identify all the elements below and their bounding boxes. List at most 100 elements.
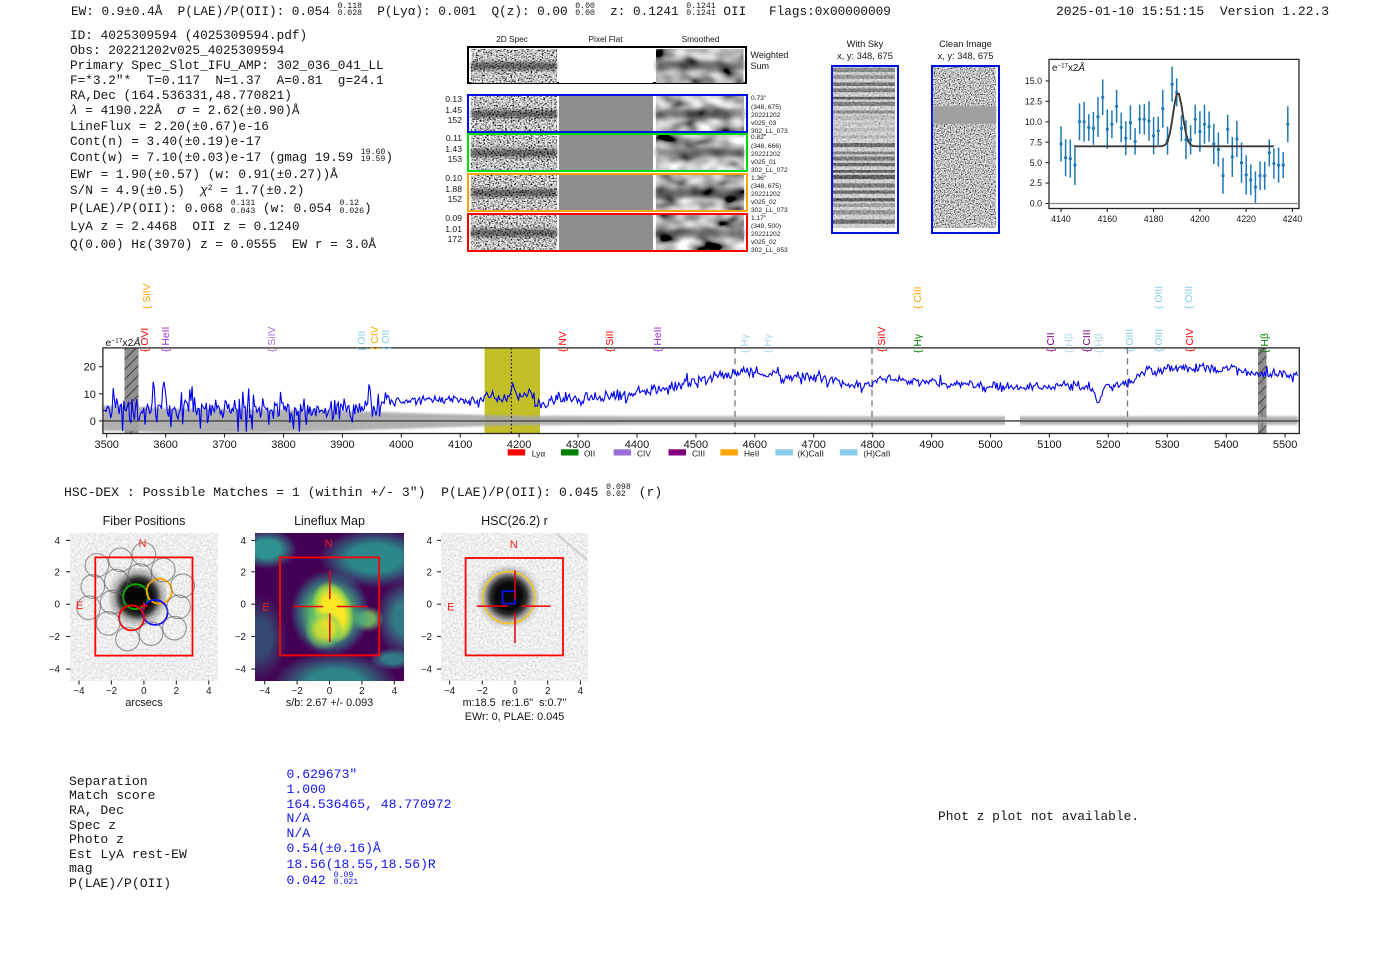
svg-text:4: 4 [427, 536, 433, 547]
svg-text:2: 2 [427, 567, 432, 578]
svg-text:−2: −2 [477, 686, 488, 697]
svg-text:{ Hβ: { Hβ [1064, 333, 1075, 353]
svg-text:5400: 5400 [1214, 439, 1238, 451]
svg-text:{ OIII: { OIII [1154, 329, 1165, 352]
svg-text:0: 0 [55, 600, 61, 611]
svg-text:{ OII: { OII [357, 331, 368, 351]
svg-text:{ OIII: { OIII [1154, 286, 1165, 309]
svg-text:3800: 3800 [271, 439, 295, 451]
svg-text:4240: 4240 [1283, 214, 1303, 224]
svg-text:{ SiIV: { SiIV [877, 327, 888, 352]
svg-text:0: 0 [241, 600, 247, 611]
svg-text:4000: 4000 [389, 439, 413, 451]
svg-text:E: E [76, 600, 83, 612]
svg-text:4200: 4200 [1190, 214, 1210, 224]
svg-text:−4: −4 [73, 686, 85, 697]
svg-text:3600: 3600 [153, 439, 177, 451]
svg-text:{ CIV: { CIV [1185, 328, 1196, 352]
svg-text:{ SiIV: { SiIV [142, 284, 153, 309]
svg-text:{ OIII: { OIII [1184, 286, 1195, 309]
svg-text:5100: 5100 [1037, 439, 1061, 451]
svg-text:−4: −4 [259, 686, 271, 697]
svg-text:{ OII: { OII [381, 330, 392, 350]
svg-text:3900: 3900 [330, 439, 354, 451]
svg-text:10: 10 [84, 389, 96, 401]
svg-text:N: N [139, 538, 147, 550]
svg-text:7.5: 7.5 [1030, 137, 1042, 147]
svg-text:Lyα: Lyα [532, 448, 546, 458]
svg-text:HeII: HeII [744, 448, 759, 458]
svg-text:{ CIII: { CIII [913, 286, 924, 309]
svg-text:2: 2 [545, 686, 550, 697]
svg-text:2: 2 [359, 686, 364, 697]
svg-text:e−17x2Å: e−17x2Å [1052, 63, 1085, 75]
svg-text:{ OIII: { OIII [1125, 329, 1136, 352]
svg-text:4160: 4160 [1098, 214, 1118, 224]
svg-text:−4: −4 [421, 665, 433, 676]
svg-text:2: 2 [55, 567, 60, 578]
svg-text:{ Hγ: { Hγ [763, 333, 774, 353]
svg-text:−2: −2 [106, 686, 117, 697]
svg-text:−2: −2 [235, 632, 246, 643]
svg-text:4140: 4140 [1051, 214, 1071, 224]
svg-text:CIII: CIII [692, 448, 705, 458]
svg-text:{ Hβ: { Hβ [1260, 333, 1271, 353]
svg-text:{ SiIV: { SiIV [267, 327, 278, 352]
svg-text:{ CIV: { CIV [370, 326, 381, 350]
svg-text:(H)CaII: (H)CaII [863, 448, 890, 458]
svg-text:4180: 4180 [1144, 214, 1164, 224]
svg-text:2.5: 2.5 [1030, 178, 1042, 188]
svg-text:2: 2 [174, 686, 179, 697]
svg-text:0: 0 [427, 600, 433, 611]
svg-text:{ HeII: { HeII [161, 327, 172, 352]
svg-text:0: 0 [327, 686, 333, 697]
svg-text:4: 4 [206, 686, 212, 697]
svg-text:4100: 4100 [448, 439, 472, 451]
svg-text:CIV: CIV [637, 448, 651, 458]
svg-text:4: 4 [55, 536, 61, 547]
svg-text:{ Hβ: { Hβ [1094, 333, 1105, 353]
svg-text:4220: 4220 [1236, 214, 1256, 224]
svg-text:20: 20 [84, 362, 96, 374]
svg-text:−4: −4 [235, 665, 247, 676]
svg-text:5300: 5300 [1155, 439, 1179, 451]
svg-text:−2: −2 [292, 686, 303, 697]
svg-text:3500: 3500 [94, 439, 118, 451]
svg-text:{ CIII: { CIII [1082, 329, 1093, 352]
svg-text:N: N [325, 538, 333, 550]
svg-text:4: 4 [578, 686, 584, 697]
svg-text:3700: 3700 [212, 439, 236, 451]
svg-text:0: 0 [512, 686, 518, 697]
svg-text:{ SiII: { SiII [605, 331, 616, 352]
svg-text:5000: 5000 [978, 439, 1002, 451]
svg-text:−2: −2 [421, 632, 432, 643]
svg-text:OII: OII [584, 448, 595, 458]
svg-text:5200: 5200 [1096, 439, 1120, 451]
svg-text:4: 4 [392, 686, 398, 697]
svg-text:4200: 4200 [507, 439, 531, 451]
svg-text:E: E [262, 602, 269, 614]
svg-text:2: 2 [241, 567, 246, 578]
svg-text:4900: 4900 [919, 439, 943, 451]
svg-text:0: 0 [141, 686, 147, 697]
svg-text:E: E [447, 602, 454, 614]
svg-text:5500: 5500 [1273, 439, 1297, 451]
svg-text:5.0: 5.0 [1030, 158, 1042, 168]
svg-text:4: 4 [241, 536, 247, 547]
svg-text:−4: −4 [49, 665, 61, 676]
svg-text:{ HeII: { HeII [653, 327, 664, 352]
svg-text:−2: −2 [49, 632, 60, 643]
svg-text:{ Hγ: { Hγ [740, 333, 751, 353]
svg-text:12.5: 12.5 [1025, 96, 1042, 106]
svg-text:N: N [510, 539, 518, 551]
svg-text:(K)CaII: (K)CaII [797, 448, 824, 458]
svg-text:e−17x2Å: e−17x2Å [106, 336, 141, 349]
svg-text:{ Hγ: { Hγ [913, 333, 924, 353]
svg-text:{ NV: { NV [558, 331, 569, 352]
svg-text:10.0: 10.0 [1025, 117, 1042, 127]
svg-text:{ OVI: { OVI [140, 328, 151, 352]
svg-text:0.0: 0.0 [1030, 199, 1042, 209]
svg-text:0: 0 [90, 416, 96, 428]
svg-text:−4: −4 [444, 686, 456, 697]
svg-text:{ CII: { CII [1046, 332, 1057, 352]
